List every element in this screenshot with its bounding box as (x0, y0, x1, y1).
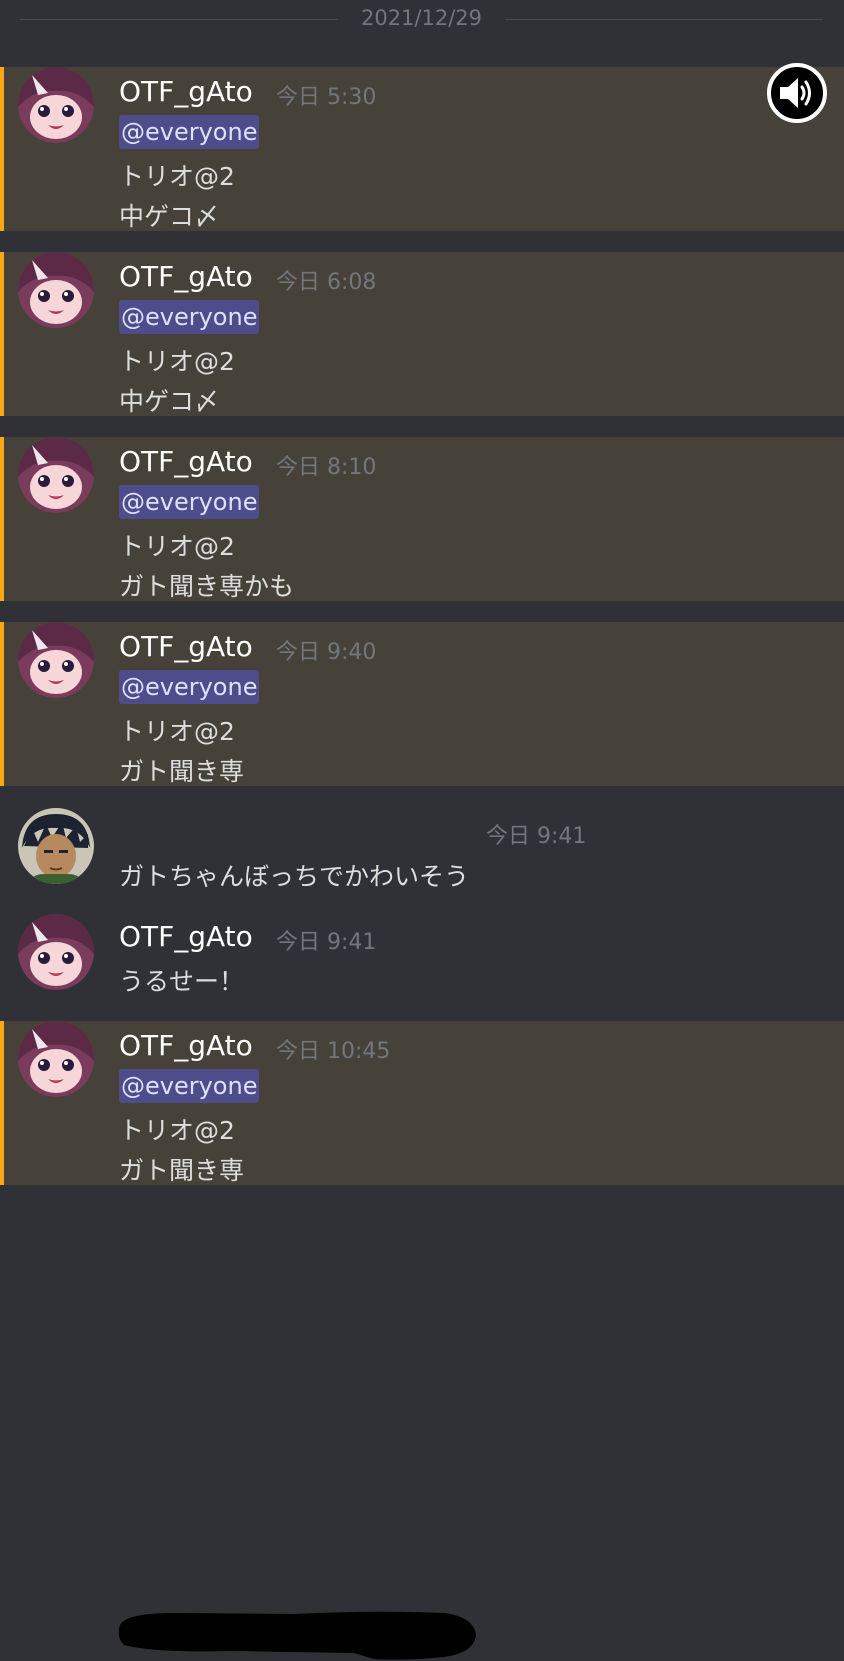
message-line: 中ゲコ〆 (119, 202, 220, 231)
avatar-otf-gato[interactable] (18, 67, 94, 143)
avatar-otf-gato[interactable] (18, 437, 94, 513)
username[interactable]: OTF_gAto (119, 1029, 253, 1062)
message-line: ガト聞き専 (119, 1156, 245, 1185)
timestamp: 今日 9:40 (276, 640, 377, 665)
anime-girl-avatar (18, 1021, 94, 1097)
message-line: トリオ@2 (119, 162, 235, 191)
redacted-username (118, 1611, 477, 1660)
timestamp: 今日 10:45 (276, 1039, 391, 1064)
message-item[interactable]: OTF_gAto 今日 10:45 @everyone トリオ@2 ガト聞き専 (0, 1021, 844, 1185)
message-line: うるせー！ (119, 967, 245, 996)
anime-girl-avatar (18, 622, 94, 698)
anime-girl-avatar (18, 914, 94, 990)
avatar-other-user[interactable] (18, 808, 94, 884)
username[interactable]: OTF_gAto (119, 260, 253, 293)
avatar-otf-gato[interactable] (18, 914, 94, 990)
everyone-mention[interactable]: @everyone (119, 300, 260, 334)
anime-man-avatar (18, 808, 94, 884)
anime-girl-avatar (18, 67, 94, 143)
username[interactable]: OTF_gAto (119, 445, 253, 478)
everyone-mention[interactable]: @everyone (119, 1069, 260, 1103)
message-item[interactable]: OTF_gAto 今日 5:30 @everyone トリオ@2 中ゲコ〆 (0, 67, 844, 231)
message-line: トリオ@2 (119, 347, 235, 376)
timestamp: 今日 8:10 (276, 455, 377, 480)
timestamp: 今日 9:41 (486, 824, 587, 849)
username[interactable]: OTF_gAto (119, 75, 253, 108)
message-line: 中ゲコ〆 (119, 387, 220, 416)
timestamp: 今日 5:30 (276, 85, 377, 110)
username[interactable]: OTF_gAto (119, 630, 253, 663)
message-line: トリオ@2 (119, 717, 235, 746)
avatar-otf-gato[interactable] (18, 622, 94, 698)
anime-girl-avatar (18, 437, 94, 513)
everyone-mention[interactable]: @everyone (119, 485, 260, 519)
message-line: トリオ@2 (119, 1116, 235, 1145)
message-line: トリオ@2 (119, 532, 235, 561)
date-divider: 2021/12/29 (0, 0, 844, 40)
username[interactable]: OTF_gAto (119, 920, 253, 953)
message-item[interactable]: OTF_gAto 今日 9:40 @everyone トリオ@2 ガト聞き専 (0, 622, 844, 786)
divider-line-right (505, 19, 823, 20)
message-item[interactable]: OTF_gAto 今日 9:41 うるせー！ (0, 914, 844, 1009)
timestamp: 今日 6:08 (276, 270, 377, 295)
message-item[interactable]: OTF_gAto 今日 6:08 @everyone トリオ@2 中ゲコ〆 (0, 252, 844, 416)
everyone-mention[interactable]: @everyone (119, 670, 260, 704)
speaker-button[interactable] (767, 63, 827, 123)
speaker-icon (780, 78, 811, 108)
timestamp: 今日 9:41 (276, 930, 377, 955)
message-line: ガト聞き専 (119, 757, 245, 786)
divider-line-left (20, 19, 338, 20)
avatar-otf-gato[interactable] (18, 1021, 94, 1097)
message-line: ガトちゃんぼっちでかわいそう (119, 862, 470, 891)
everyone-mention[interactable]: @everyone (119, 115, 260, 149)
message-item[interactable]: 今日 9:41 ガトちゃんぼっちでかわいそう (0, 805, 844, 1660)
date-label: 2021/12/29 (360, 6, 483, 30)
message-item[interactable]: OTF_gAto 今日 8:10 @everyone トリオ@2 ガト聞き専かも (0, 437, 844, 601)
avatar-otf-gato[interactable] (18, 252, 94, 328)
anime-girl-avatar (18, 252, 94, 328)
message-line: ガト聞き専かも (119, 572, 295, 601)
